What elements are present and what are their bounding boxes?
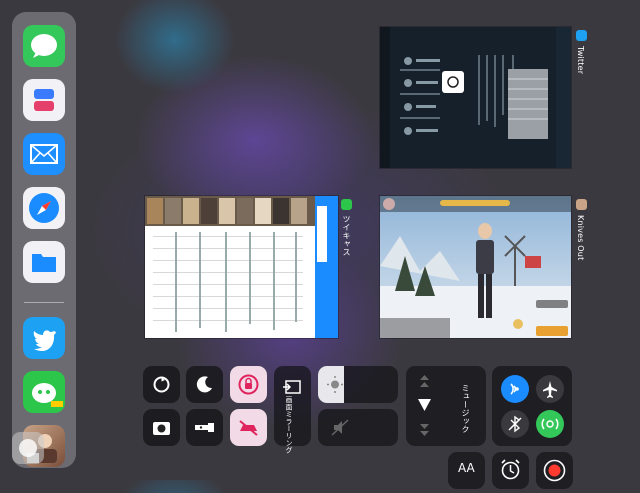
airplane-mode-button[interactable]: [536, 375, 564, 403]
next-track-icon[interactable]: [420, 424, 429, 436]
orientation-lock-button[interactable]: [143, 366, 180, 403]
tweet-app-card[interactable]: [145, 196, 338, 338]
airplay-off-button[interactable]: [230, 409, 267, 446]
shortcuts-icon[interactable]: [23, 79, 65, 121]
tweet-app-card-label: ツイキャス: [342, 215, 351, 256]
game-app-card[interactable]: [380, 196, 571, 338]
tweet-app-badge-icon: [341, 199, 352, 210]
twitter-card-label: Twitter: [576, 46, 585, 75]
connectivity-module: [492, 366, 572, 446]
airplane-icon: [543, 381, 557, 398]
game-chat-icon[interactable]: [23, 371, 65, 413]
dock: [12, 12, 76, 468]
music-player[interactable]: ミュージック: [406, 366, 486, 446]
assistive-touch-button[interactable]: [12, 432, 44, 464]
dock-separator: [24, 302, 64, 303]
screen-record-button[interactable]: [536, 452, 573, 489]
twitter-icon[interactable]: [23, 317, 65, 359]
brightness-icon: [327, 376, 343, 393]
previous-track-icon[interactable]: [420, 375, 429, 387]
text-size-button[interactable]: AA: [448, 452, 485, 489]
camera-button[interactable]: [143, 409, 180, 446]
screen-recording-lock-button[interactable]: [230, 366, 267, 403]
text-size-label: AA: [458, 461, 475, 475]
twitter-badge-icon: [576, 30, 587, 41]
wifi-icon: [510, 383, 519, 395]
cellular-button[interactable]: [536, 410, 564, 438]
flashlight-button[interactable]: [186, 409, 223, 446]
safari-icon[interactable]: [23, 187, 65, 229]
bluetooth-off-icon: [508, 415, 522, 433]
volume-muted-icon: [331, 419, 349, 436]
screen-mirroring-label: 画面ミラーリング: [285, 396, 293, 454]
game-badge-icon: [576, 199, 587, 210]
game-card-label: Knives Out: [576, 215, 585, 261]
mail-icon[interactable]: [23, 133, 65, 175]
cellular-icon: [541, 418, 559, 430]
volume-slider[interactable]: [318, 409, 398, 446]
screen-mirroring-button[interactable]: 画面ミラーリング: [274, 366, 311, 454]
assistive-touch-icon: [19, 439, 37, 457]
music-label: ミュージック: [461, 384, 470, 434]
brightness-slider[interactable]: [318, 366, 398, 403]
twitter-app-card[interactable]: [380, 27, 571, 168]
bluetooth-off-button[interactable]: [501, 410, 529, 438]
files-icon[interactable]: [23, 241, 65, 283]
alarm-button[interactable]: [492, 452, 529, 489]
play-icon[interactable]: [418, 399, 431, 411]
alarm-clock-icon: [501, 459, 520, 480]
wifi-button[interactable]: [501, 375, 529, 403]
record-icon: [543, 459, 566, 482]
do-not-disturb-button[interactable]: [186, 366, 223, 403]
messages-icon[interactable]: [23, 25, 65, 67]
